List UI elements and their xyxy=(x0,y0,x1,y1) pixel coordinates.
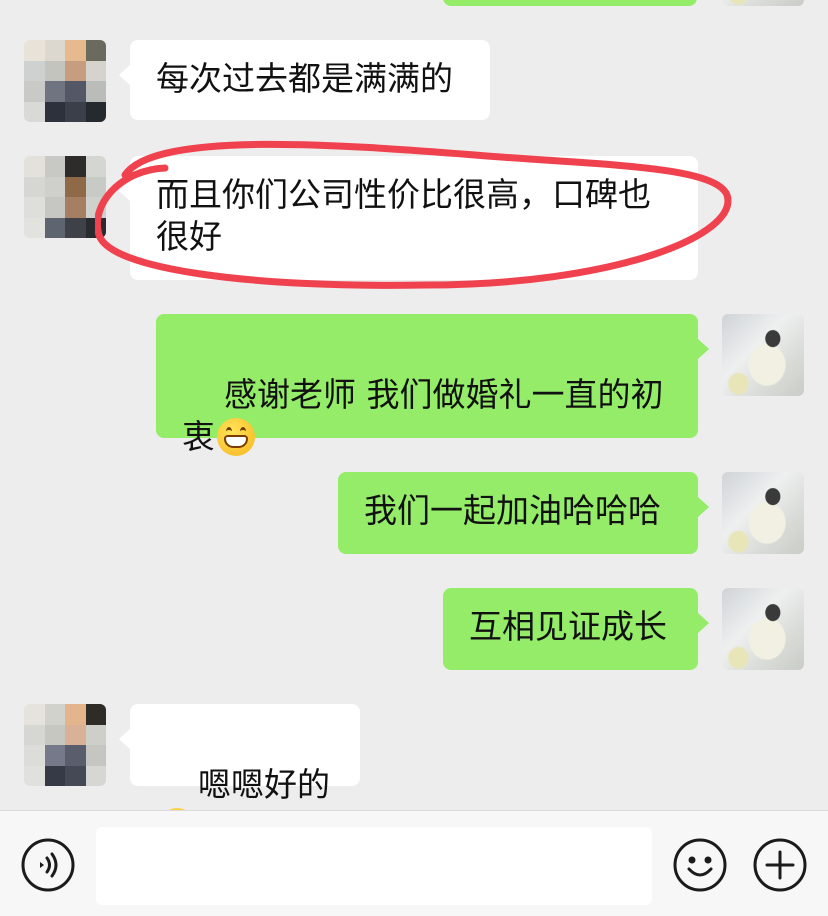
my-avatar[interactable] xyxy=(722,472,804,554)
message-text: 感谢老师 我们做婚礼一直的初衷 xyxy=(182,375,664,456)
message-text: 嗯嗯好的 xyxy=(197,765,330,804)
partial-outgoing-bubble xyxy=(443,0,697,6)
voice-icon[interactable] xyxy=(20,837,76,893)
input-toolbar xyxy=(0,810,828,916)
my-avatar[interactable] xyxy=(722,314,804,396)
contact-avatar[interactable] xyxy=(24,704,106,786)
contact-avatar[interactable] xyxy=(24,40,106,122)
message-bubble[interactable]: 每次过去都是满满的 xyxy=(119,40,490,120)
contact-avatar[interactable] xyxy=(24,156,106,238)
message-bubble[interactable]: 而且你们公司性价比很高，口碑也很好 xyxy=(119,156,698,280)
emoji-icon[interactable] xyxy=(672,837,728,893)
message-bubble[interactable]: 互相见证成长 xyxy=(443,588,709,670)
message-input[interactable] xyxy=(96,827,652,905)
message-bubble[interactable]: 感谢老师 我们做婚礼一直的初衷 xyxy=(156,314,709,456)
grinning-face-emoji-icon xyxy=(217,418,255,456)
my-avatar[interactable] xyxy=(722,0,804,6)
message-bubble[interactable]: 我们一起加油哈哈哈 xyxy=(338,472,709,554)
message-bubble[interactable]: 嗯嗯好的 xyxy=(119,704,360,810)
plus-icon[interactable] xyxy=(752,837,808,893)
my-avatar[interactable] xyxy=(722,588,804,670)
chat-area: 每次过去都是满满的 而且你们公司性价比很高，口碑也很好 感谢老师 我们做婚礼一直… xyxy=(0,0,828,810)
